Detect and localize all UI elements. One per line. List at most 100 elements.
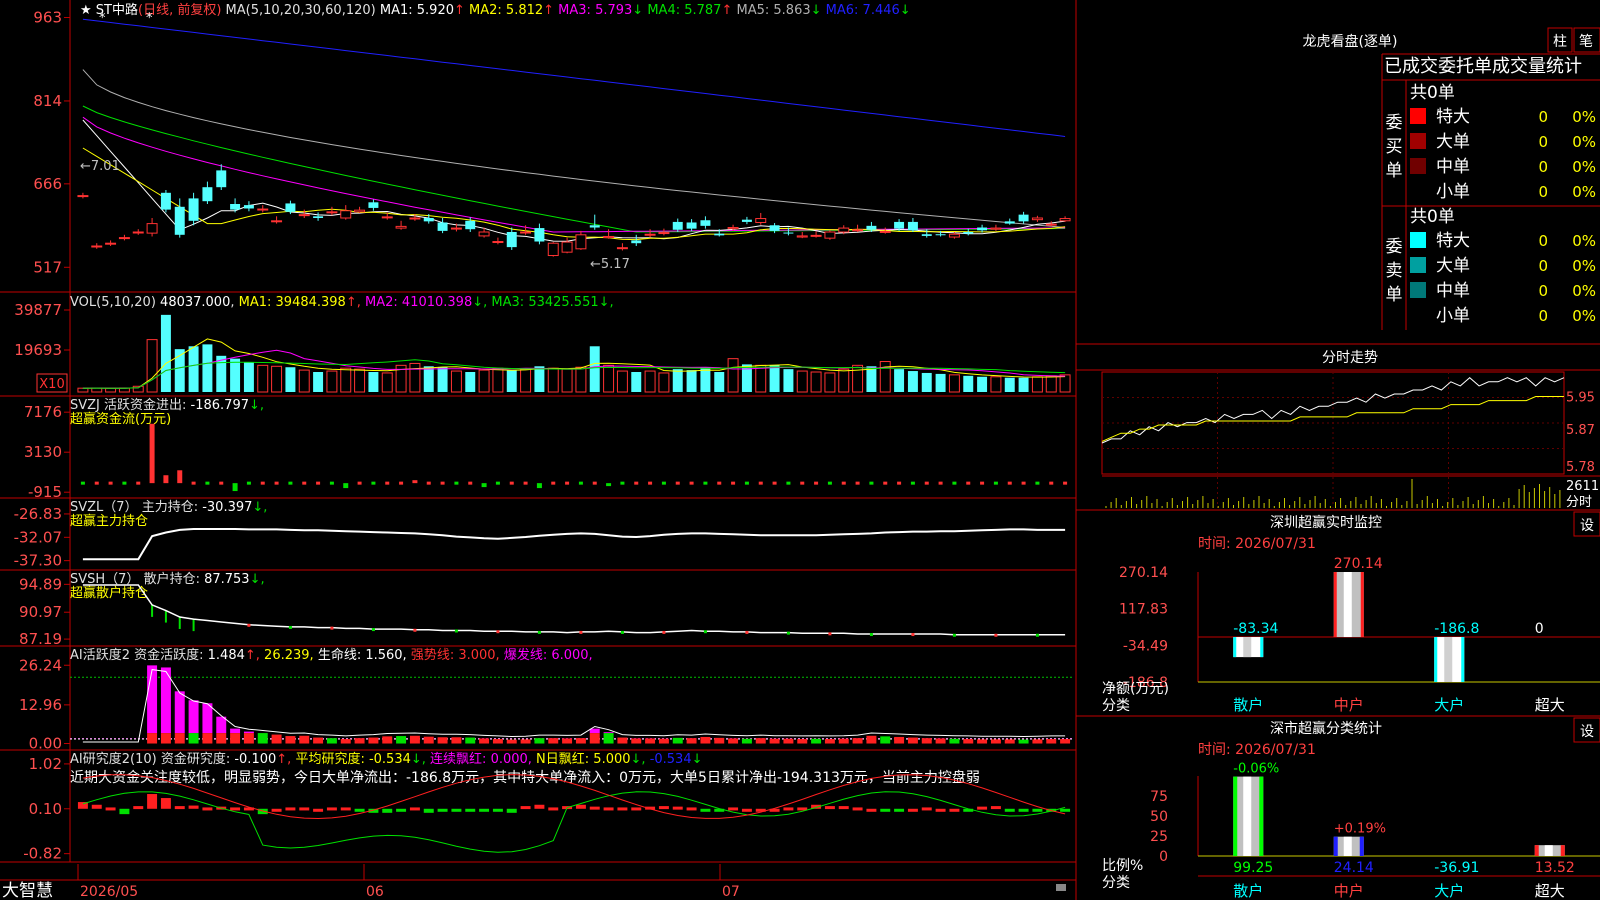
vol-bar — [188, 346, 199, 392]
svsh-y-tick: 90.97 — [19, 603, 62, 621]
buy-color-swatch — [1410, 183, 1426, 199]
ai-research-bar — [631, 807, 642, 811]
svzj-dot — [841, 481, 846, 485]
ai-active-bar — [672, 737, 683, 744]
candle-body — [257, 208, 269, 211]
ai-active-bar-top — [202, 703, 213, 734]
svzj-bar — [232, 483, 238, 492]
item-name: 爆发线: — [504, 647, 552, 663]
vol-bar — [423, 366, 434, 392]
svsh-line-label: 散户持仓: — [144, 571, 205, 587]
ai-active-bar — [202, 733, 213, 744]
vol-bar — [492, 367, 504, 393]
ai-active-bar — [340, 739, 351, 744]
svzj-dot — [578, 481, 583, 485]
ma-value: 5.812 — [506, 3, 543, 18]
svsh-dot — [330, 626, 334, 630]
stock-chart[interactable]: 963 814 666 517 ★ ST中路(日线, 前复权) MA(5,10,20,3… — [0, 0, 1600, 900]
vol-bar — [894, 369, 905, 392]
sell-row-pct: 0% — [1572, 257, 1596, 275]
ai-research-bar — [437, 808, 448, 812]
vol-bar — [132, 385, 144, 393]
ai-research-bar — [1018, 808, 1029, 812]
svzj-dot — [772, 481, 777, 485]
vol-bar — [824, 372, 836, 393]
sz-monitor-bar-hl — [1444, 637, 1453, 682]
ai-active-bar — [741, 738, 752, 744]
ai-research-bar — [686, 807, 697, 811]
vol-bar — [575, 366, 587, 393]
ai-active-y-tick: 12.96 — [19, 696, 62, 714]
ai-research-bar — [133, 806, 144, 810]
svzj-dot — [1035, 481, 1040, 485]
vol-bar — [368, 372, 379, 392]
svzj-dot — [993, 481, 998, 485]
svzj-dot — [136, 481, 141, 485]
sell-color-swatch — [1410, 307, 1426, 323]
sz-stats-bar-edge — [1233, 776, 1238, 856]
ai-active-bar — [382, 736, 393, 744]
svzj-dot — [827, 481, 832, 485]
sz-monitor-value-label: -83.34 — [1233, 621, 1278, 637]
ai-research-bar — [548, 807, 559, 811]
ai-active-y-tick: 26.24 — [19, 656, 62, 674]
svzj-dot — [731, 481, 736, 485]
candle-body — [631, 240, 642, 244]
ai-active-bar — [575, 738, 586, 744]
vol-bar — [810, 371, 822, 393]
buy-side-label: 单 — [1386, 161, 1403, 181]
ai-research-bar — [907, 808, 918, 812]
ai-active-bar — [492, 739, 503, 744]
vol-bar — [755, 364, 767, 393]
sell-row-label: 小单 — [1436, 306, 1470, 326]
ai-research-bar — [147, 794, 158, 809]
buy-row-label: 中单 — [1436, 157, 1470, 177]
ai-research-y-tick: -0.82 — [23, 845, 62, 863]
svzj-dot — [523, 481, 528, 485]
sell-row-label: 中单 — [1436, 281, 1470, 301]
candle-body — [838, 227, 850, 233]
date-label: 07 — [722, 884, 740, 900]
item-name: 资金活跃度: — [134, 647, 208, 663]
vol-bar — [105, 387, 117, 393]
candle-body — [547, 242, 559, 257]
candle-body — [340, 210, 352, 219]
svzj-bar — [149, 423, 155, 484]
vol-bar — [714, 372, 725, 392]
vol-bar — [948, 374, 960, 393]
candle-body — [644, 233, 656, 236]
vol-bar — [977, 376, 988, 392]
ai-active-bar — [451, 737, 462, 744]
sz-stats-pct-label: -0.06% — [1233, 762, 1279, 777]
sz-stats-value-label: 24.14 — [1334, 860, 1374, 876]
ai-active-bar — [299, 735, 310, 744]
candle-body — [727, 227, 739, 230]
ma-name: MA2: — [469, 3, 506, 18]
main-header: ★ ST中路(日线, 前复权) MA(5,10,20,30,60,120) MA… — [80, 2, 911, 18]
ai-research-y-tick: 1.02 — [29, 755, 62, 773]
candle-body — [216, 170, 227, 188]
sz-stats-settings-label: 设 — [1580, 724, 1594, 740]
sz-stats-value-label: 99.25 — [1233, 860, 1273, 876]
candle-body — [77, 195, 89, 198]
sep: , — [230, 295, 238, 310]
vol-bar — [852, 364, 864, 393]
svsh-dot — [537, 630, 541, 634]
ai-active-bar — [1004, 739, 1015, 744]
sz-stats-category: 中户 — [1334, 882, 1364, 900]
sz-monitor-category: 超大 — [1535, 696, 1565, 714]
svzj-dot — [468, 481, 473, 485]
vol-bar — [644, 370, 656, 393]
svzj-dot — [302, 481, 307, 485]
ai-research-bar — [174, 806, 185, 810]
svsh-dot — [662, 630, 666, 634]
ai-research-bar — [354, 808, 365, 812]
item-value: 6.000, — [551, 648, 592, 663]
candle-body — [700, 220, 711, 226]
svsh-dot — [869, 633, 873, 637]
vol-bar — [506, 370, 517, 392]
svzj-dot — [288, 481, 293, 485]
ai-research-bar — [1004, 808, 1015, 812]
sell-row-pct: 0% — [1572, 282, 1596, 300]
sz-monitor-title: 深圳超赢实时监控 — [1270, 514, 1382, 531]
